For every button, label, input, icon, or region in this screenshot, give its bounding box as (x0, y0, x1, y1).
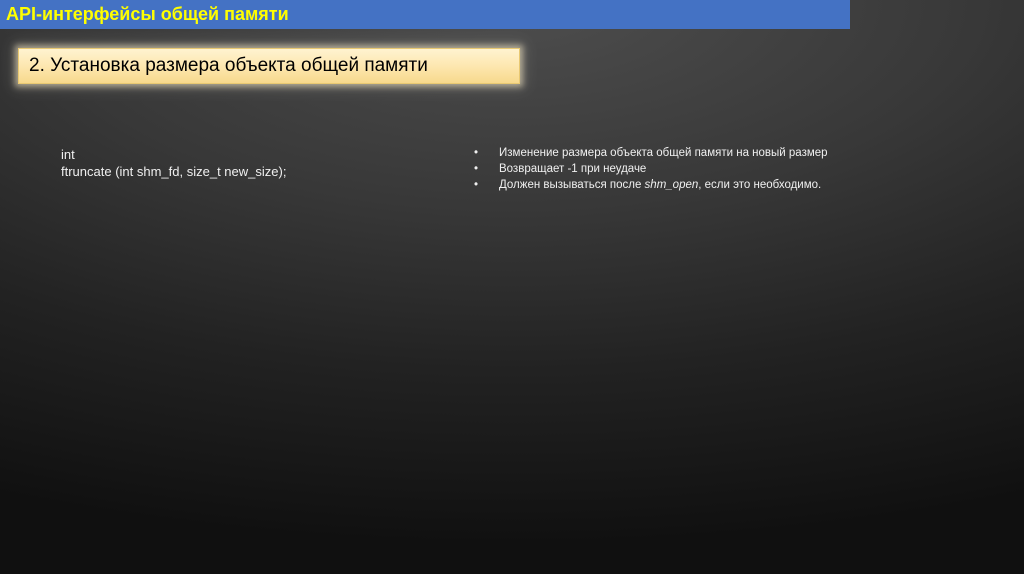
slide-title: API-интерфейсы общей памяти (6, 4, 289, 24)
bullet-item: • Изменение размера объекта общей памяти… (474, 145, 828, 161)
code-line-function: ftruncate (int shm_fd, size_t new_size); (61, 164, 287, 179)
bullet-text-before: Должен вызываться после (499, 179, 645, 191)
bullet-icon: • (474, 179, 479, 191)
bullet-item: • Должен вызываться после shm_open, если… (474, 177, 828, 193)
bullet-list: • Изменение размера объекта общей памяти… (474, 145, 828, 193)
slide: API-интерфейсы общей памяти 2. Установка… (0, 0, 1024, 574)
title-bar: API-интерфейсы общей памяти (0, 0, 850, 29)
bullet-item: • Возвращает -1 при неудаче (474, 161, 828, 177)
bullet-text: Возвращает -1 при неудаче (499, 163, 647, 175)
bullet-icon: • (474, 163, 479, 175)
subtitle-box: 2. Установка размера объекта общей памят… (18, 48, 520, 84)
slide-subtitle: 2. Установка размера объекта общей памят… (29, 55, 428, 76)
bullet-text: Изменение размера объекта общей памяти н… (499, 147, 828, 159)
bullet-icon: • (474, 147, 479, 159)
bullet-text-after: , если это необходимо. (698, 179, 822, 191)
code-signature: int ftruncate (int shm_fd, size_t new_si… (61, 146, 286, 180)
bullet-text: Должен вызываться после shm_open, если э… (499, 177, 821, 193)
function-name-emphasis: shm_open (644, 179, 699, 191)
code-line-return-type: int (61, 147, 75, 162)
